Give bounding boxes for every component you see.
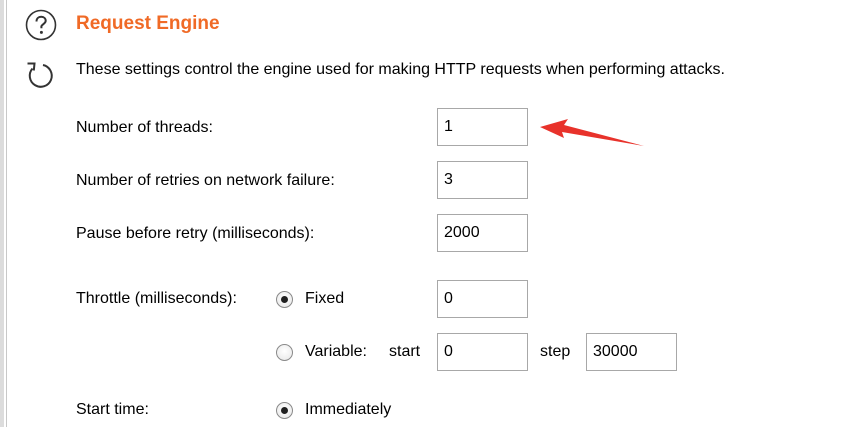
- variable-start-input[interactable]: [437, 333, 528, 371]
- radio-selected-dot: [281, 296, 288, 303]
- threads-input[interactable]: [437, 108, 528, 146]
- throttle-fixed-label[interactable]: Fixed: [305, 290, 344, 308]
- start-time-label: Start time:: [76, 401, 149, 418]
- variable-step-input[interactable]: [586, 333, 677, 371]
- retries-label: Number of retries on network failure:: [76, 172, 335, 189]
- section-title: Request Engine: [76, 13, 220, 34]
- variable-step-label: step: [540, 343, 571, 360]
- variable-start-label: start: [389, 343, 421, 360]
- annotation-arrow-icon: [540, 119, 644, 146]
- pause-input[interactable]: [437, 214, 528, 252]
- threads-label: Number of threads:: [76, 119, 213, 136]
- retries-input[interactable]: [437, 161, 528, 199]
- throttle-fixed-radio[interactable]: [276, 291, 293, 308]
- panel-left-border: [0, 0, 4, 427]
- panel-left-divider: [6, 0, 7, 427]
- start-immediately-radio[interactable]: [276, 402, 293, 419]
- throttle-variable-label[interactable]: Variable:: [305, 343, 367, 361]
- throttle-fixed-input[interactable]: [437, 280, 528, 318]
- help-circle-icon[interactable]: [25, 9, 57, 41]
- pause-label: Pause before retry (milliseconds):: [76, 225, 315, 242]
- throttle-variable-radio[interactable]: [276, 344, 293, 361]
- start-immediately-label[interactable]: Immediately: [305, 401, 391, 419]
- refresh-icon[interactable]: [25, 57, 55, 89]
- radio-selected-dot: [281, 407, 288, 414]
- section-description: These settings control the engine used f…: [76, 61, 725, 78]
- throttle-label: Throttle (milliseconds):: [76, 290, 237, 307]
